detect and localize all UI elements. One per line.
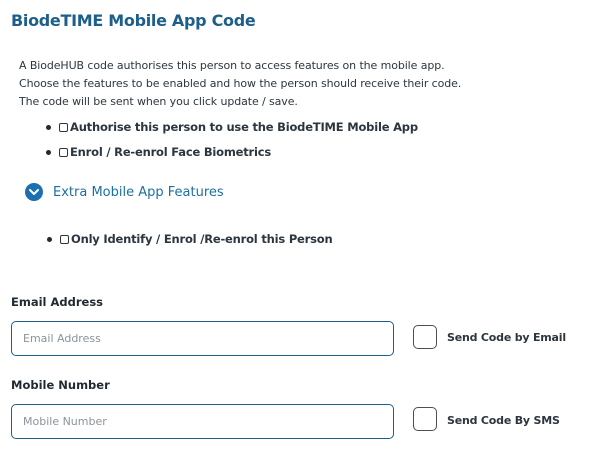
option-authorise[interactable]: Authorise this person to use the BiodeTI… bbox=[46, 120, 418, 134]
enrol-face-checkbox[interactable] bbox=[59, 147, 68, 157]
option-only-identify[interactable]: Only Identify / Enrol /Re-enrol this Per… bbox=[47, 232, 333, 246]
option-enrol-face[interactable]: Enrol / Re-enrol Face Biometrics bbox=[46, 145, 271, 159]
authorise-checkbox[interactable] bbox=[59, 122, 68, 132]
email-label: Email Address bbox=[11, 295, 104, 309]
chevron-down-icon bbox=[25, 183, 43, 201]
description-line: Choose the features to be enabled and ho… bbox=[19, 77, 462, 90]
send-sms-label: Send Code By SMS bbox=[447, 414, 560, 427]
extra-features-toggle[interactable]: Extra Mobile App Features bbox=[25, 183, 224, 201]
send-email-checkbox[interactable] bbox=[413, 325, 437, 349]
email-input[interactable] bbox=[11, 321, 394, 356]
extra-features-label: Extra Mobile App Features bbox=[53, 184, 224, 200]
bullet-icon bbox=[46, 149, 51, 155]
bullet-icon bbox=[47, 236, 52, 242]
only-identify-label: Only Identify / Enrol /Re-enrol this Per… bbox=[71, 232, 333, 246]
only-identify-checkbox[interactable] bbox=[60, 234, 69, 244]
bullet-icon bbox=[46, 124, 51, 130]
description: A BiodeHUB code authorises this person t… bbox=[19, 57, 461, 111]
authorise-label: Authorise this person to use the BiodeTI… bbox=[70, 120, 418, 134]
section-title: BiodeTIME Mobile App Code bbox=[11, 11, 256, 30]
description-line: A BiodeHUB code authorises this person t… bbox=[19, 59, 445, 72]
send-sms-checkbox[interactable] bbox=[413, 407, 437, 431]
send-email-label: Send Code by Email bbox=[447, 331, 566, 344]
mobile-label: Mobile Number bbox=[11, 378, 110, 392]
description-line: The code will be sent when you click upd… bbox=[19, 95, 298, 108]
enrol-face-label: Enrol / Re-enrol Face Biometrics bbox=[70, 145, 272, 159]
mobile-app-code-panel: BiodeTIME Mobile App Code A BiodeHUB cod… bbox=[0, 0, 596, 452]
mobile-input[interactable] bbox=[11, 404, 394, 439]
